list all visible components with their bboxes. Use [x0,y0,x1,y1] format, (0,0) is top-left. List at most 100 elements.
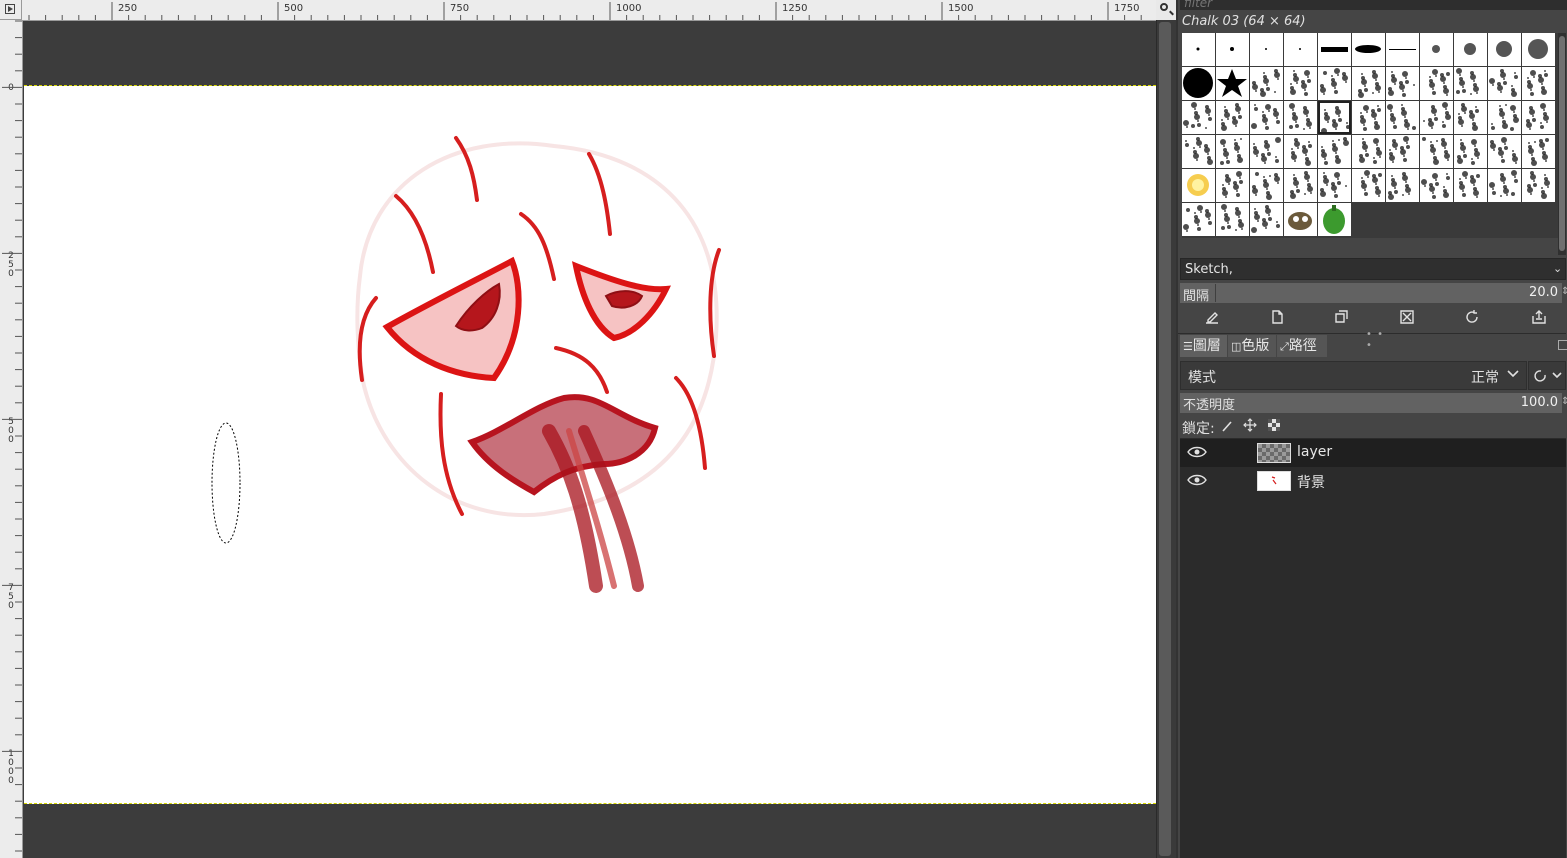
brush-item[interactable] [1182,101,1215,134]
vertical-ruler[interactable]: 0 250 500 750 1000 [0,20,23,858]
brush-item[interactable] [1182,135,1215,168]
brush-item[interactable] [1522,101,1555,134]
refresh-brushes-button[interactable] [1461,307,1483,327]
brush-item[interactable] [1386,67,1419,100]
brush-item[interactable] [1216,169,1249,202]
open-brush-as-image-button[interactable] [1528,307,1550,327]
brush-item[interactable] [1284,203,1317,236]
brush-item[interactable] [1454,33,1487,66]
layer-name[interactable]: layer [1297,444,1332,460]
brush-item[interactable] [1420,135,1453,168]
brush-item[interactable] [1284,135,1317,168]
brush-item[interactable] [1318,135,1351,168]
brush-item[interactable] [1352,101,1385,134]
brush-item[interactable] [1216,67,1249,100]
scrollbar-thumb[interactable] [1159,22,1171,856]
brush-item[interactable] [1386,135,1419,168]
brush-item[interactable] [1250,33,1283,66]
brush-item[interactable] [1454,135,1487,168]
brush-item[interactable] [1386,33,1419,66]
brush-item[interactable] [1386,169,1419,202]
brush-item[interactable] [1182,33,1215,66]
mode-switch-button[interactable] [1528,361,1566,390]
brush-item[interactable] [1182,67,1215,100]
brush-item[interactable] [1352,169,1385,202]
brush-item[interactable] [1522,33,1555,66]
brush-item[interactable] [1454,169,1487,202]
brush-item[interactable] [1318,101,1351,134]
brush-item[interactable] [1250,67,1283,100]
brush-item[interactable] [1454,67,1487,100]
brush-item[interactable] [1318,203,1351,236]
brush-item[interactable] [1216,203,1249,236]
lock-pixels-icon[interactable] [1220,419,1234,433]
brush-preview [1288,212,1312,230]
layer-row[interactable]: 背景 [1180,467,1566,495]
brush-item[interactable] [1352,33,1385,66]
brush-item[interactable] [1284,33,1317,66]
brush-item[interactable] [1488,101,1521,134]
brush-item[interactable] [1318,169,1351,202]
brush-item[interactable] [1488,135,1521,168]
brush-item[interactable] [1488,33,1521,66]
lock-position-icon[interactable] [1243,418,1257,432]
eye-icon[interactable] [1187,445,1207,459]
duplicate-brush-button[interactable] [1331,307,1353,327]
tab-label: 路徑 [1288,338,1317,354]
layer-row[interactable]: layer [1180,439,1566,467]
brush-item[interactable] [1284,67,1317,100]
ellipse-selection[interactable] [211,422,241,544]
brush-item[interactable] [1454,101,1487,134]
spin-arrows-icon[interactable]: ⇕ [1561,286,1567,297]
spin-arrows-icon[interactable]: ⇕ [1561,396,1567,407]
brush-item[interactable] [1250,169,1283,202]
brush-item[interactable] [1284,101,1317,134]
brush-item[interactable] [1250,203,1283,236]
brush-item[interactable] [1318,67,1351,100]
edit-brush-button[interactable] [1201,307,1223,327]
layers-list[interactable] [1180,438,1566,858]
brush-item[interactable] [1318,33,1351,66]
lock-alpha-icon[interactable] [1267,418,1281,432]
brush-item[interactable] [1488,67,1521,100]
brush-item[interactable] [1488,169,1521,202]
brush-item[interactable] [1386,101,1419,134]
brush-item[interactable] [1216,33,1249,66]
zoom-fit-button[interactable] [1156,0,1176,20]
brush-filter-input[interactable] [1180,0,1567,10]
delete-brush-button[interactable] [1396,307,1418,327]
tab-layers[interactable]: ☰圖層 [1180,335,1227,357]
brush-item[interactable] [1420,169,1453,202]
new-brush-button[interactable] [1266,307,1288,327]
brush-item[interactable] [1522,135,1555,168]
brush-item[interactable] [1216,135,1249,168]
brush-item[interactable] [1352,67,1385,100]
brush-item[interactable] [1420,101,1453,134]
opacity-value[interactable]: 100.0 [1500,395,1558,410]
tab-paths[interactable]: ⤢路徑 [1277,335,1327,357]
brush-item[interactable] [1284,169,1317,202]
brush-item[interactable] [1522,67,1555,100]
brush-item[interactable] [1250,135,1283,168]
brush-item[interactable] [1522,169,1555,202]
chevron-down-icon[interactable]: ⌄ [1553,262,1562,275]
brush-preview [1185,137,1213,165]
horizontal-ruler[interactable]: 250 500 750 1000 1250 1500 1750 [22,0,1156,21]
eye-icon[interactable] [1187,473,1207,487]
tab-channels[interactable]: ◫色版 [1228,335,1276,357]
scrollbar-thumb[interactable] [1559,36,1565,251]
layer-name[interactable]: 背景 [1297,472,1325,492]
brush-item[interactable] [1420,33,1453,66]
brush-tag-input[interactable] [1180,258,1566,280]
quick-mask-toggle[interactable] [0,0,22,20]
brush-grid[interactable] [1182,33,1558,238]
brush-item[interactable] [1420,67,1453,100]
brush-item[interactable] [1182,203,1215,236]
image-canvas[interactable] [24,86,1156,804]
brush-item[interactable] [1182,169,1215,202]
brush-item[interactable] [1216,101,1249,134]
spacing-value[interactable]: 20.0 [1500,285,1558,300]
dock-menu-icon[interactable] [1558,340,1567,350]
brush-item[interactable] [1352,135,1385,168]
brush-item[interactable] [1250,101,1283,134]
